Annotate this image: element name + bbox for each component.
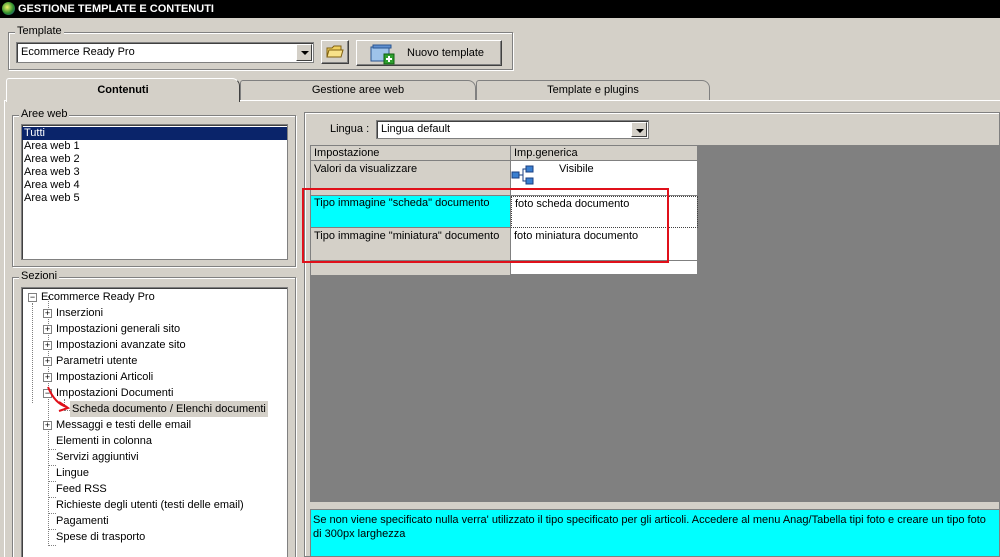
expand-icon[interactable]: + bbox=[43, 325, 52, 334]
list-item[interactable]: Area web 5 bbox=[22, 192, 287, 205]
lingua-select-value: Lingua default bbox=[381, 123, 451, 135]
expand-icon[interactable]: + bbox=[43, 357, 52, 366]
tree-root[interactable]: Ecommerce Ready Pro bbox=[41, 289, 155, 305]
tree-item-impostazioni-articoli[interactable]: Impostazioni Articoli bbox=[56, 369, 153, 385]
list-item[interactable]: Area web 3 bbox=[22, 166, 287, 179]
tree-item-impostazioni-generali[interactable]: Impostazioni generali sito bbox=[56, 321, 180, 337]
grid-cell-value-text: Visibile bbox=[559, 163, 594, 175]
expand-icon[interactable]: + bbox=[43, 373, 52, 382]
tab-gestione-aree-web[interactable]: Gestione aree web bbox=[240, 80, 476, 100]
new-template-button[interactable]: Nuovo template bbox=[356, 40, 502, 66]
tree-item-richieste-utenti[interactable]: Richieste degli utenti (testi delle emai… bbox=[56, 497, 244, 513]
tree-item-messaggi-email[interactable]: Messaggi e testi delle email bbox=[56, 417, 191, 433]
tree-item-spese-trasporto[interactable]: Spese di trasporto bbox=[56, 529, 145, 545]
chevron-down-icon[interactable] bbox=[296, 44, 312, 61]
chevron-down-icon[interactable] bbox=[631, 122, 647, 137]
tree-item-parametri-utente[interactable]: Parametri utente bbox=[56, 353, 137, 369]
sezioni-tree[interactable]: − Ecommerce Ready Pro + Inserzioni + Imp… bbox=[21, 287, 288, 557]
tree-structure-icon bbox=[511, 165, 534, 185]
new-template-icon bbox=[370, 44, 395, 65]
list-item[interactable]: Area web 2 bbox=[22, 153, 287, 166]
lingua-select[interactable]: Lingua default bbox=[376, 120, 649, 139]
tree-item-pagamenti[interactable]: Pagamenti bbox=[56, 513, 109, 529]
template-group-label: Template bbox=[15, 25, 64, 37]
expand-icon[interactable]: + bbox=[43, 341, 52, 350]
aree-web-list[interactable]: Tutti Area web 1 Area web 2 Area web 3 A… bbox=[21, 124, 288, 260]
tab-gestione-aree-web-label: Gestione aree web bbox=[311, 84, 405, 96]
aree-web-group-label: Aree web bbox=[19, 108, 70, 120]
window-title: GESTIONE TEMPLATE E CONTENUTI bbox=[18, 3, 214, 15]
tree-item-impostazioni-avanzate[interactable]: Impostazioni avanzate sito bbox=[56, 337, 186, 353]
collapse-icon[interactable]: − bbox=[28, 293, 37, 302]
tab-template-e-plugins[interactable]: Template e plugins bbox=[476, 80, 710, 100]
sezioni-group-label: Sezioni bbox=[19, 270, 60, 282]
help-text: Se non viene specificato nulla verra' ut… bbox=[310, 509, 1000, 557]
tree-item-scheda-documento[interactable]: Scheda documento / Elenchi documenti bbox=[70, 401, 268, 417]
list-item[interactable]: Area web 1 bbox=[22, 140, 287, 153]
tab-contenuti[interactable]: Contenuti bbox=[6, 78, 240, 102]
template-select[interactable]: Ecommerce Ready Pro bbox=[16, 42, 314, 63]
new-template-label: Nuovo template bbox=[407, 47, 485, 59]
annotation-arrow-icon bbox=[47, 386, 71, 412]
column-header-impostazione[interactable]: Impostazione bbox=[311, 146, 511, 161]
tree-item-servizi-aggiuntivi[interactable]: Servizi aggiuntivi bbox=[56, 449, 139, 465]
tree-item-elementi-colonna[interactable]: Elementi in colonna bbox=[56, 433, 152, 449]
app-icon bbox=[2, 2, 15, 15]
open-folder-button[interactable] bbox=[321, 40, 349, 64]
list-item[interactable]: Tutti bbox=[22, 127, 287, 140]
expand-icon[interactable]: + bbox=[43, 309, 52, 318]
window-title-bar: GESTIONE TEMPLATE E CONTENUTI bbox=[0, 0, 1000, 18]
tab-template-e-plugins-label: Template e plugins bbox=[547, 84, 639, 96]
tree-item-feed-rss[interactable]: Feed RSS bbox=[56, 481, 107, 497]
grid-cell-empty bbox=[311, 261, 511, 275]
folder-icon bbox=[326, 45, 344, 58]
annotation-highlight-box bbox=[302, 188, 669, 263]
template-select-value: Ecommerce Ready Pro bbox=[21, 46, 135, 58]
column-header-imp-generica[interactable]: Imp.generica bbox=[511, 146, 698, 161]
list-item[interactable]: Area web 4 bbox=[22, 179, 287, 192]
expand-icon[interactable]: + bbox=[43, 421, 52, 430]
tree-item-lingue[interactable]: Lingue bbox=[56, 465, 89, 481]
tab-contenuti-label: Contenuti bbox=[97, 84, 149, 96]
tree-item-inserzioni[interactable]: Inserzioni bbox=[56, 305, 103, 321]
lingua-label: Lingua : bbox=[330, 123, 370, 135]
